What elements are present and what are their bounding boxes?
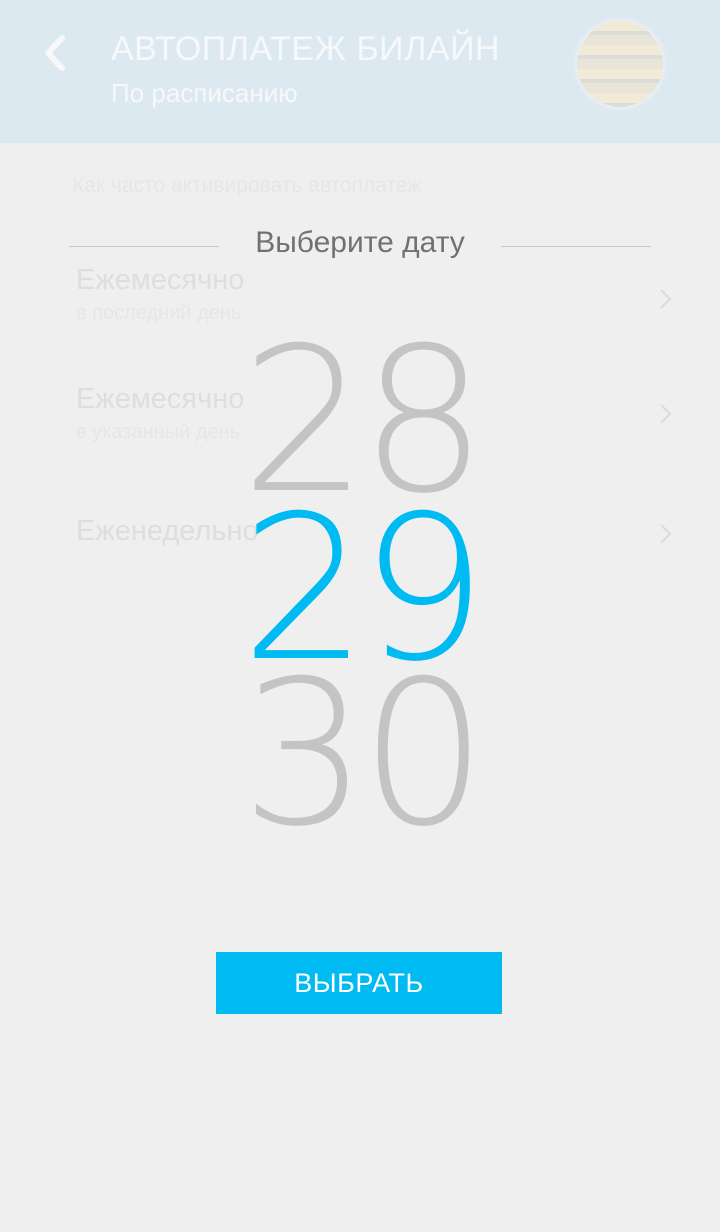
- page-subtitle: По расписанию: [111, 78, 298, 108]
- beeline-logo-avatar: [577, 21, 663, 107]
- title-divider-left: [69, 246, 219, 247]
- title-divider-right: [501, 246, 651, 247]
- page-title: АВТОПЛАТЕЖ БИЛАЙН: [111, 30, 501, 68]
- day-option-next[interactable]: 30: [0, 655, 720, 855]
- chevron-left-icon[interactable]: [36, 30, 76, 76]
- picker-title: Выберите дату: [255, 226, 465, 259]
- frequency-question: Как часто активировать автоплатеж: [72, 174, 422, 197]
- select-button[interactable]: ВЫБРАТЬ: [216, 952, 502, 1014]
- header-bar: АВТОПЛАТЕЖ БИЛАЙН По расписанию: [0, 0, 720, 143]
- option-title: Ежемесячно: [76, 264, 245, 296]
- chevron-right-icon: [658, 288, 672, 310]
